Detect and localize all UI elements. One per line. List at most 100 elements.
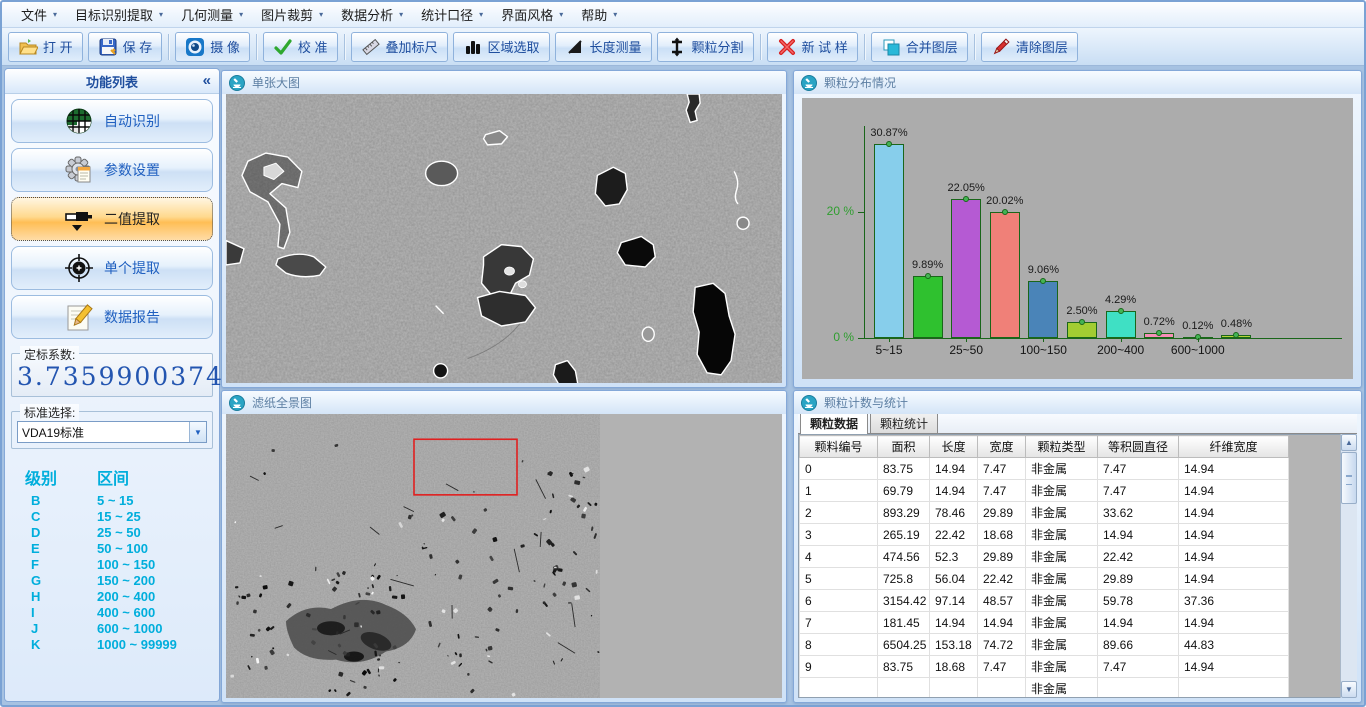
bar-value-label: 2.50%	[1052, 305, 1112, 317]
table-row[interactable]: 0 83.75 14.94 7.47 非金属 7.47 14.94	[800, 458, 1342, 480]
tab-particle-statistics[interactable]: 颗粒统计	[870, 414, 938, 433]
menu-item[interactable]: 几何测量 ▾	[172, 2, 252, 27]
scroll-down-icon[interactable]: ▼	[1341, 681, 1357, 698]
col-width: 宽度	[978, 436, 1026, 458]
cell-length: 97.14	[930, 590, 978, 612]
calibrate-button[interactable]: 校 准	[263, 32, 338, 62]
toolbar-separator	[864, 34, 865, 60]
table-row[interactable]: 非金属	[800, 678, 1342, 699]
scrollbar-thumb[interactable]	[1341, 452, 1357, 504]
cell-fiber-width: 14.94	[1179, 524, 1289, 546]
cell-particle-type: 非金属	[1026, 568, 1098, 590]
cell-width: 14.94	[978, 612, 1026, 634]
cell-particle-id: 9	[800, 656, 878, 678]
cell-length: 153.18	[930, 634, 978, 656]
cell-filler	[1289, 568, 1342, 590]
menu-item[interactable]: 文件 ▾	[12, 2, 66, 27]
open-button[interactable]: 打 开	[8, 32, 83, 62]
cell-particle-type: 非金属	[1026, 524, 1098, 546]
cell-width: 48.57	[978, 590, 1026, 612]
table-row[interactable]: 4 474.56 52.3 29.89 非金属 22.42 14.94	[800, 546, 1342, 568]
panorama-view[interactable]	[226, 414, 782, 698]
calibration-label: 定标系数:	[20, 346, 79, 363]
app-window: 文件 ▾ 目标识别提取 ▾ 几何测量 ▾ 图片裁剪 ▾ 数据分析 ▾	[0, 0, 1366, 707]
menu-item[interactable]: 统计口径 ▾	[412, 2, 492, 27]
calibrate-button-label: 校 准	[298, 37, 328, 56]
bar-value-label: 20.02%	[975, 195, 1035, 207]
table-row[interactable]: 2 893.29 78.46 29.89 非金属 33.62 14.94	[800, 502, 1342, 524]
chevron-down-icon[interactable]: ▼	[189, 422, 206, 442]
parameter-settings-label: 参数设置	[104, 160, 160, 180]
auto-recognize-icon	[64, 106, 94, 136]
chevron-down-icon: ▾	[239, 10, 243, 19]
table-row[interactable]: 6 3154.42 97.14 48.57 非金属 59.78 37.36	[800, 590, 1342, 612]
table-scrollbar[interactable]: ▲ ▼	[1340, 434, 1357, 698]
binary-extract-button[interactable]: 二值提取	[11, 197, 213, 241]
overlay-ruler-button[interactable]: 叠加标尺	[351, 32, 448, 62]
cell-equiv-circle-diameter: 14.94	[1098, 524, 1179, 546]
standard-select[interactable]: VDA19标准 ▼	[17, 421, 207, 443]
merge-layers-button[interactable]: 合并图层	[871, 32, 968, 62]
save-button[interactable]: 保 存	[88, 32, 163, 62]
scroll-up-icon[interactable]: ▲	[1341, 434, 1357, 451]
table-row[interactable]: 5 725.8 56.04 22.42 非金属 29.89 14.94	[800, 568, 1342, 590]
table-row[interactable]: 9 83.75 18.68 7.47 非金属 7.47 14.94	[800, 656, 1342, 678]
clear-layers-button[interactable]: 清除图层	[981, 32, 1078, 62]
range-cell: 1000 ~ 99999	[97, 637, 177, 653]
region-select-button[interactable]: 区域选取	[453, 32, 550, 62]
cell-fiber-width: 14.94	[1179, 656, 1289, 678]
cell-filler	[1289, 546, 1342, 568]
particle-split-button[interactable]: 颗粒分割	[657, 32, 754, 62]
cell-particle-type: 非金属	[1026, 546, 1098, 568]
col-area: 面积	[878, 436, 930, 458]
single-extract-button[interactable]: 单个提取	[11, 246, 213, 290]
cell-particle-id: 8	[800, 634, 878, 656]
level-cell: C	[25, 509, 97, 525]
level-range-header: 级别 区间	[25, 465, 219, 489]
auto-recognize-button[interactable]: 自动识别	[11, 99, 213, 143]
cell-filler	[1289, 656, 1342, 678]
chevron-down-icon: ▾	[559, 10, 563, 19]
tab-particle-data[interactable]: 颗粒数据	[800, 414, 868, 434]
chevron-down-icon: ▾	[613, 10, 617, 19]
y-tick	[858, 338, 864, 339]
clear-layers-icon	[991, 37, 1011, 57]
microscope-icon	[229, 395, 245, 411]
single-image-view[interactable]	[226, 94, 782, 383]
particle-table: 颗料编号 面积 长度 宽度 颗粒类型 等积圆直径 纤维宽度	[799, 435, 1342, 698]
cell-fiber-width: 14.94	[1179, 612, 1289, 634]
sidebar-title: 功能列表	[86, 72, 138, 91]
collapse-sidebar-icon[interactable]: «	[203, 72, 211, 89]
range-cell: 15 ~ 25	[97, 509, 141, 525]
table-row[interactable]: 1 69.79 14.94 7.47 非金属 7.47 14.94	[800, 480, 1342, 502]
toolbar: 打 开 保 存 摄 像 校 准 叠加标尺 区域选取 长度测量	[2, 28, 1364, 66]
range-cell: 25 ~ 50	[97, 525, 141, 541]
level-cell: D	[25, 525, 97, 541]
panorama-panel-header: 滤纸全景图	[222, 391, 786, 414]
cell-area: 83.75	[878, 458, 930, 480]
parameter-settings-button[interactable]: 参数设置	[11, 148, 213, 192]
cell-equiv-circle-diameter: 7.47	[1098, 656, 1179, 678]
data-report-button[interactable]: 数据报告	[11, 295, 213, 339]
level-cell: J	[25, 621, 97, 637]
distribution-bar-chart: 0 %20 %30.87%5~159.89%22.05%25~5020.02%9…	[802, 98, 1353, 379]
menu-item[interactable]: 帮助 ▾	[572, 2, 626, 27]
cell-width: 22.42	[978, 568, 1026, 590]
camera-button[interactable]: 摄 像	[175, 32, 250, 62]
x-tick-label: 100~150	[1003, 343, 1083, 357]
new-sample-button[interactable]: 新 试 样	[767, 32, 858, 62]
statistics-panel-header: 颗粒计数与统计	[794, 391, 1361, 414]
table-row[interactable]: 7 181.45 14.94 14.94 非金属 14.94 14.94	[800, 612, 1342, 634]
menu-item[interactable]: 界面风格 ▾	[492, 2, 572, 27]
open-folder-icon	[18, 37, 38, 57]
menu-item[interactable]: 目标识别提取 ▾	[66, 2, 172, 27]
table-row[interactable]: 3 265.19 22.42 18.68 非金属 14.94 14.94	[800, 524, 1342, 546]
menu-item[interactable]: 数据分析 ▾	[332, 2, 412, 27]
cell-area: 474.56	[878, 546, 930, 568]
menu-item[interactable]: 图片裁剪 ▾	[252, 2, 332, 27]
auto-recognize-label: 自动识别	[104, 111, 160, 131]
table-row[interactable]: 8 6504.25 153.18 74.72 非金属 89.66 44.83	[800, 634, 1342, 656]
length-measure-button[interactable]: 长度测量	[555, 32, 652, 62]
menu-item-label: 数据分析	[341, 5, 393, 24]
cell-particle-id: 7	[800, 612, 878, 634]
